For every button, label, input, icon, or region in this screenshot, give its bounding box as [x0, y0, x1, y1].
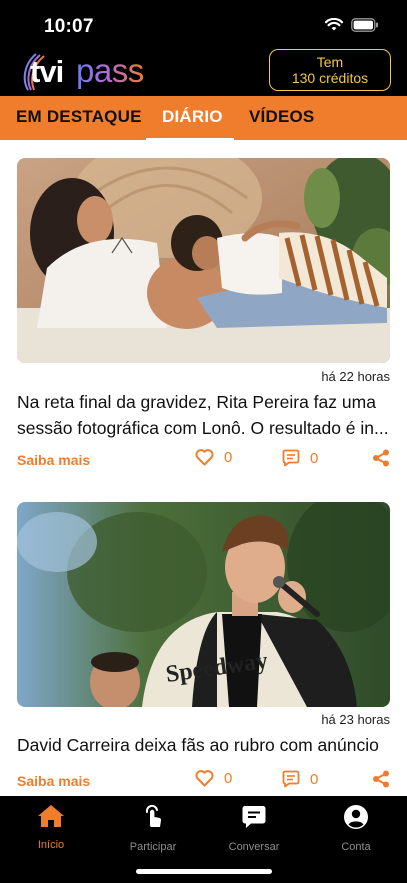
article-time: há 22 horas: [321, 369, 390, 384]
active-tab-indicator: [146, 138, 234, 141]
article-image[interactable]: Speedway: [17, 502, 390, 707]
share-icon[interactable]: [372, 449, 390, 467]
heart-icon: [195, 449, 214, 466]
comment-icon: [282, 449, 300, 467]
singer-photo: Speedway: [17, 502, 390, 707]
article-card[interactable]: há 22 horas Na reta final da gravidez, R…: [17, 158, 390, 474]
credits-button[interactable]: Tem 130 créditos: [269, 49, 391, 91]
nav-participar[interactable]: Participar: [113, 804, 193, 853]
tab-videos[interactable]: VÍDEOS: [249, 96, 314, 140]
nav-label: Conta: [341, 841, 371, 853]
home-icon: [38, 805, 64, 827]
saiba-mais-link[interactable]: Saiba mais: [17, 452, 90, 468]
article-title[interactable]: Na reta final da gravidez, Rita Pereira …: [17, 389, 390, 441]
account-icon: [344, 805, 368, 829]
nav-conta[interactable]: Conta: [316, 804, 396, 853]
article-title[interactable]: David Carreira deixa fãs ao rubro com an…: [17, 732, 390, 758]
status-time: 10:07: [44, 16, 94, 37]
article-card[interactable]: Speedway há 23 horas David Carreira deix…: [17, 502, 390, 796]
credits-line2: 130 créditos: [291, 70, 369, 86]
tvi-pass-logo[interactable]: tvi pass: [14, 48, 164, 94]
nav-label: Conversar: [228, 841, 280, 853]
tab-diario[interactable]: DIÁRIO: [162, 96, 223, 140]
share-icon[interactable]: [372, 770, 390, 788]
status-icons: [325, 18, 379, 32]
comment-count: 0: [310, 770, 319, 788]
saiba-mais-link[interactable]: Saiba mais: [17, 773, 90, 789]
tap-hand-icon: [145, 804, 162, 827]
heart-icon: [195, 770, 214, 787]
comment-button[interactable]: 0: [282, 770, 318, 788]
wifi-icon: [325, 18, 343, 31]
like-button[interactable]: 0: [195, 770, 232, 787]
nav-label: Início: [37, 839, 65, 851]
section-tabs: EM DESTAQUE DIÁRIO VÍDEOS: [0, 96, 407, 140]
home-indicator: [136, 869, 272, 874]
comment-icon: [282, 770, 300, 788]
like-button[interactable]: 0: [195, 449, 232, 466]
battery-icon: [351, 18, 378, 32]
tab-em-destaque[interactable]: EM DESTAQUE: [16, 96, 142, 140]
like-count: 0: [224, 449, 233, 466]
comment-count: 0: [310, 449, 319, 467]
nav-conversar[interactable]: Conversar: [214, 804, 294, 853]
logo-pass-text: pass: [76, 52, 144, 89]
comment-button[interactable]: 0: [282, 449, 318, 467]
nav-label: Participar: [129, 841, 177, 853]
nav-inicio[interactable]: Início: [11, 804, 91, 851]
status-bar: 10:07: [0, 0, 407, 46]
credits-line1: Tem: [316, 54, 344, 70]
article-actions: Saiba mais 0 0: [17, 449, 390, 473]
pregnancy-photo: [17, 158, 390, 363]
logo-tvi-text: tvi: [30, 54, 64, 89]
article-actions: Saiba mais 0 0: [17, 770, 390, 794]
article-time: há 23 horas: [321, 712, 390, 727]
chat-bubble-icon: [242, 806, 266, 828]
like-count: 0: [224, 770, 233, 787]
article-image[interactable]: [17, 158, 390, 363]
